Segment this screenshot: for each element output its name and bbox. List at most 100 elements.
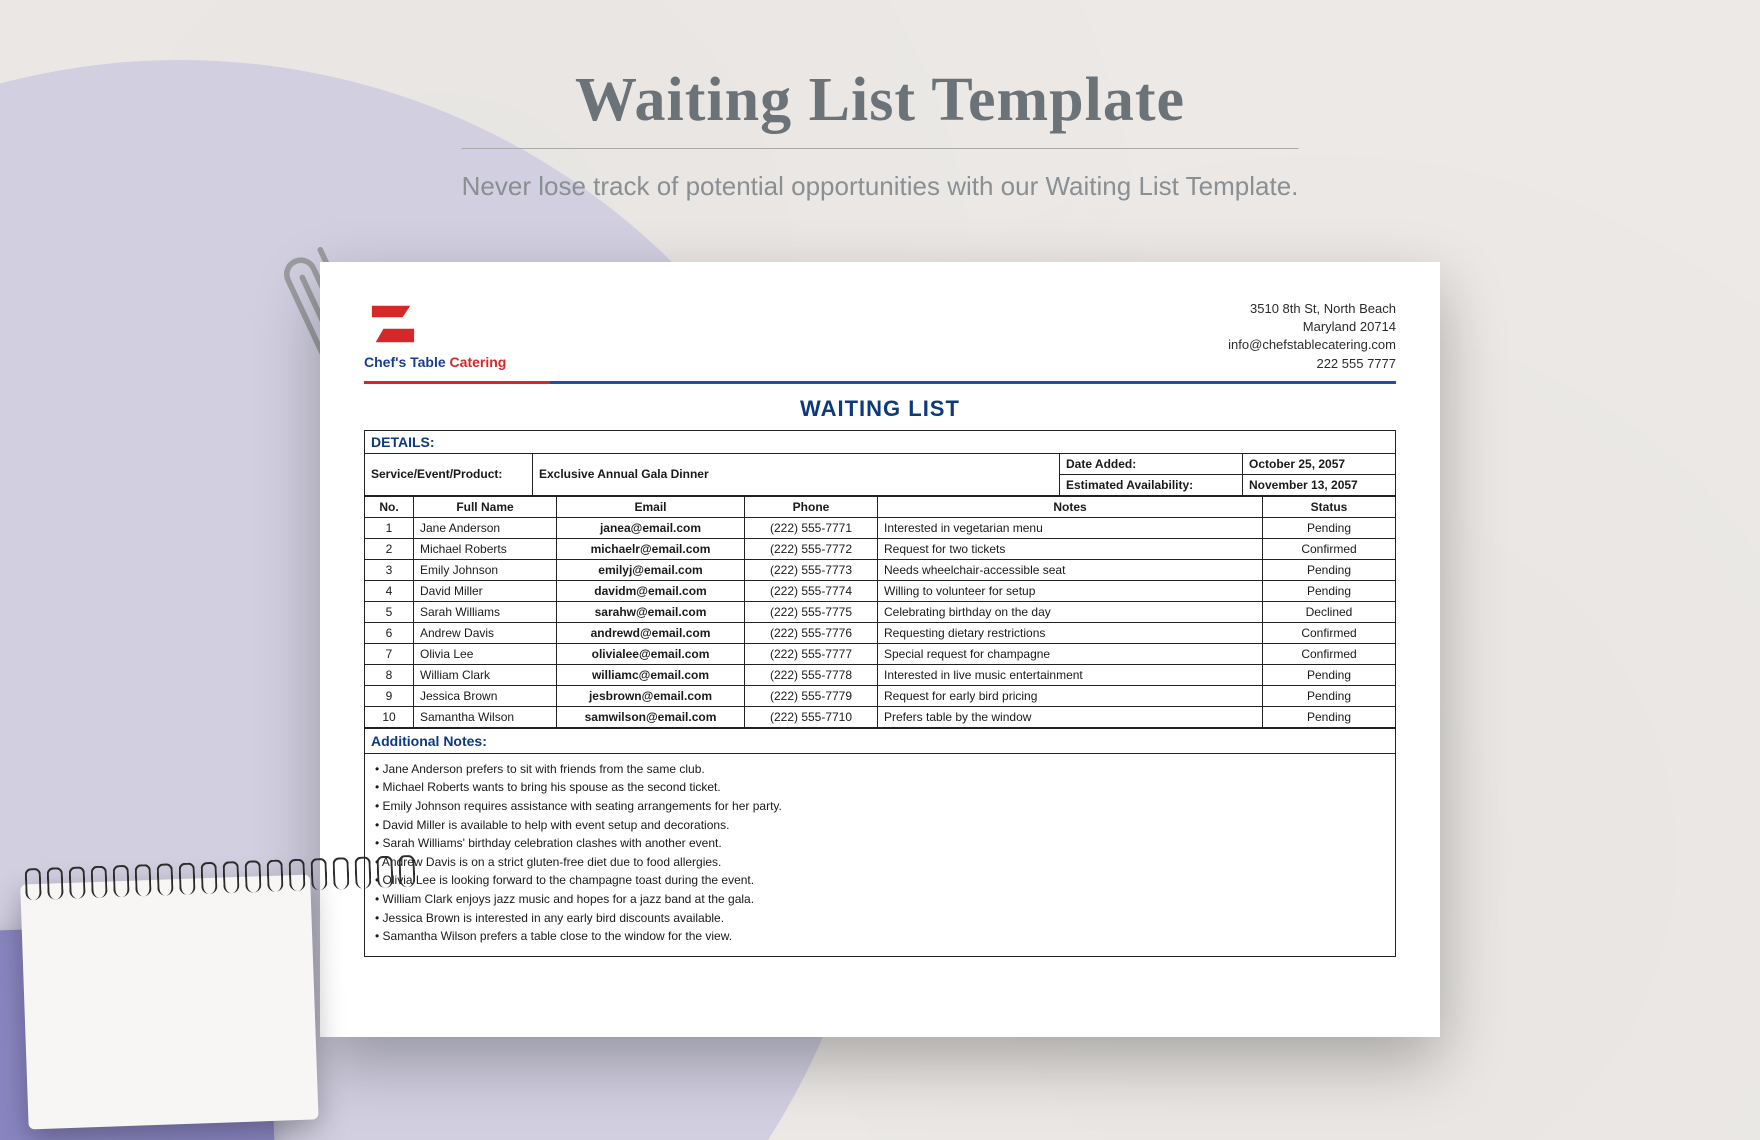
cell-email: olivialee@email.com [557,643,745,664]
col-status: Status [1263,496,1396,517]
cell-email: michaelr@email.com [557,538,745,559]
waiting-list-table: No. Full Name Email Phone Notes Status 1… [364,496,1396,728]
cell-notes: Request for two tickets [878,538,1263,559]
cell-email: sarahw@email.com [557,601,745,622]
table-row: 2Michael Robertsmichaelr@email.com(222) … [365,538,1396,559]
cell-phone: (222) 555-7775 [745,601,878,622]
cell-notes: Request for early bird pricing [878,685,1263,706]
table-row: 9Jessica Brownjesbrown@email.com(222) 55… [365,685,1396,706]
service-label: Service/Event/Product: [365,453,533,495]
cell-notes: Requesting dietary restrictions [878,622,1263,643]
cell-no: 3 [365,559,414,580]
col-notes: Notes [878,496,1263,517]
additional-notes-table: Additional Notes: Jane Anderson prefers … [364,728,1396,957]
addr-phone: 222 555 7777 [1228,355,1396,373]
title-divider [462,148,1299,149]
note-item: Michael Roberts wants to bring his spous… [375,778,1385,797]
cell-email: samwilson@email.com [557,706,745,727]
note-item: Sarah Williams' birthday celebration cla… [375,834,1385,853]
cell-phone: (222) 555-7777 [745,643,878,664]
cell-notes: Willing to volunteer for setup [878,580,1263,601]
cell-no: 2 [365,538,414,559]
page-heading: Waiting List Template Never lose track o… [462,65,1299,202]
cell-notes: Interested in live music entertainment [878,664,1263,685]
cell-no: 9 [365,685,414,706]
cell-status: Pending [1263,517,1396,538]
cell-no: 6 [365,622,414,643]
cell-name: William Clark [414,664,557,685]
cell-status: Pending [1263,664,1396,685]
table-row: 5Sarah Williamssarahw@email.com(222) 555… [365,601,1396,622]
cell-name: Michael Roberts [414,538,557,559]
note-item: William Clark enjoys jazz music and hope… [375,890,1385,909]
cell-phone: (222) 555-7773 [745,559,878,580]
company-name-a: Chef's Table [364,354,446,370]
document-sheet: Chef's Table Catering 3510 8th St, North… [320,262,1440,1037]
cell-no: 7 [365,643,414,664]
col-email: Email [557,496,745,517]
additional-notes-body: Jane Anderson prefers to sit with friend… [365,753,1396,956]
table-row: 6Andrew Davisandrewd@email.com(222) 555-… [365,622,1396,643]
document-title: WAITING LIST [364,396,1396,422]
notebook-prop [0,874,335,1140]
service-value: Exclusive Annual Gala Dinner [533,453,1060,495]
addr-line-1: 3510 8th St, North Beach [1228,300,1396,318]
addr-email: info@chefstablecatering.com [1228,336,1396,354]
company-name: Chef's Table Catering [364,354,506,370]
note-item: Samantha Wilson prefers a table close to… [375,927,1385,946]
cell-email: williamc@email.com [557,664,745,685]
date-added-value: October 25, 2057 [1243,453,1396,474]
table-row: 1Jane Andersonjanea@email.com(222) 555-7… [365,517,1396,538]
cell-email: janea@email.com [557,517,745,538]
cell-status: Pending [1263,685,1396,706]
cell-no: 5 [365,601,414,622]
additional-header: Additional Notes: [365,728,1396,753]
page-subtitle: Never lose track of potential opportunit… [462,171,1299,202]
cell-name: Jessica Brown [414,685,557,706]
page-title: Waiting List Template [462,65,1299,136]
note-item: Olivia Lee is looking forward to the cha… [375,871,1385,890]
cell-notes: Celebrating birthday on the day [878,601,1263,622]
cell-phone: (222) 555-7771 [745,517,878,538]
table-row: 10Samantha Wilsonsamwilson@email.com(222… [365,706,1396,727]
table-row: 4David Millerdavidm@email.com(222) 555-7… [365,580,1396,601]
note-item: Jessica Brown is interested in any early… [375,909,1385,928]
cell-name: Sarah Williams [414,601,557,622]
company-address: 3510 8th St, North Beach Maryland 20714 … [1228,300,1396,373]
cell-phone: (222) 555-7710 [745,706,878,727]
scene: Waiting List Template Never lose track o… [0,0,1760,1140]
col-no: No. [365,496,414,517]
cell-no: 4 [365,580,414,601]
divider-bar [364,381,1396,384]
cell-name: Samantha Wilson [414,706,557,727]
letterhead: Chef's Table Catering 3510 8th St, North… [364,300,1396,373]
cell-status: Confirmed [1263,538,1396,559]
cell-no: 8 [365,664,414,685]
cell-status: Confirmed [1263,622,1396,643]
col-phone: Phone [745,496,878,517]
details-table: DETAILS: Service/Event/Product: Exclusiv… [364,430,1396,496]
cell-status: Pending [1263,580,1396,601]
cell-phone: (222) 555-7772 [745,538,878,559]
cell-email: andrewd@email.com [557,622,745,643]
cell-no: 10 [365,706,414,727]
company-logo: Chef's Table Catering [364,300,506,370]
col-name: Full Name [414,496,557,517]
cell-no: 1 [365,517,414,538]
logo-icon [364,300,422,348]
cell-status: Confirmed [1263,643,1396,664]
table-row: 7Olivia Leeolivialee@email.com(222) 555-… [365,643,1396,664]
cell-email: jesbrown@email.com [557,685,745,706]
cell-email: davidm@email.com [557,580,745,601]
cell-phone: (222) 555-7774 [745,580,878,601]
cell-notes: Special request for champagne [878,643,1263,664]
cell-email: emilyj@email.com [557,559,745,580]
details-header: DETAILS: [365,430,1396,453]
company-name-b: Catering [450,354,507,370]
cell-notes: Interested in vegetarian menu [878,517,1263,538]
note-item: Emily Johnson requires assistance with s… [375,797,1385,816]
cell-name: Emily Johnson [414,559,557,580]
availability-value: November 13, 2057 [1243,474,1396,495]
cell-phone: (222) 555-7778 [745,664,878,685]
date-added-label: Date Added: [1060,453,1243,474]
